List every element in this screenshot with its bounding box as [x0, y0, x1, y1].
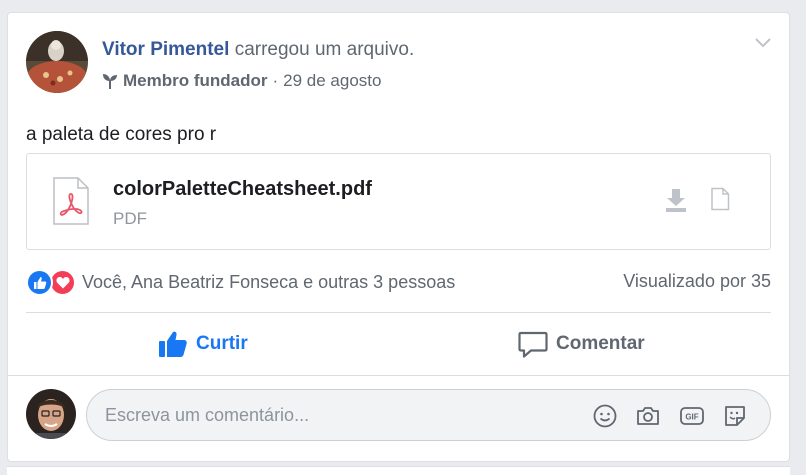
post-text: a paleta de cores pro r — [26, 124, 217, 145]
author-name[interactable]: Vitor Pimentel — [102, 39, 229, 60]
reactions-summary[interactable]: Você, Ana Beatriz Fonseca e outras 3 pes… — [82, 272, 455, 293]
document-icon[interactable] — [710, 187, 730, 211]
like-button[interactable]: Curtir — [158, 326, 248, 362]
comment-input[interactable] — [105, 390, 565, 440]
comment-box: GIF — [86, 389, 771, 441]
thumbs-up-icon — [159, 331, 187, 357]
chevron-down-icon[interactable] — [753, 35, 773, 49]
sticker-icon[interactable] — [722, 403, 748, 429]
post-header: Vitor Pimentel carregou um arquivo. — [102, 39, 414, 61]
comment-button[interactable]: Comentar — [518, 326, 645, 362]
member-badge: Membro fundador — [123, 71, 268, 90]
post-date[interactable]: 29 de agosto — [283, 71, 381, 91]
love-reaction-icon — [49, 269, 76, 296]
like-label: Curtir — [196, 333, 248, 354]
camera-icon[interactable] — [635, 403, 661, 429]
user-avatar[interactable] — [26, 389, 76, 439]
comment-bubble-icon — [518, 331, 548, 358]
download-icon[interactable] — [664, 187, 688, 213]
like-reaction-icon — [26, 269, 53, 296]
file-name[interactable]: colorPaletteCheatsheet.pdf — [113, 178, 372, 201]
emoji-icon[interactable] — [592, 403, 618, 429]
divider — [26, 312, 771, 313]
svg-text:GIF: GIF — [685, 413, 698, 422]
reactions-bar[interactable]: Você, Ana Beatriz Fonseca e outras 3 pes… — [26, 269, 455, 296]
view-count[interactable]: Visualizado por 35 — [623, 271, 771, 292]
meta-separator: · — [272, 71, 279, 90]
sprout-icon — [103, 74, 117, 89]
pdf-file-icon — [53, 177, 89, 225]
comment-label: Comentar — [556, 333, 645, 354]
gif-icon[interactable]: GIF — [679, 403, 705, 429]
next-post-card — [7, 466, 790, 475]
divider — [8, 375, 789, 376]
post-card: Vitor Pimentel carregou um arquivo. Memb… — [7, 12, 790, 462]
post-meta: Membro fundador · 29 de agosto — [101, 71, 381, 91]
post-action: carregou um arquivo. — [234, 39, 415, 60]
file-attachment[interactable]: colorPaletteCheatsheet.pdf PDF — [26, 153, 771, 250]
author-avatar[interactable] — [26, 31, 88, 93]
file-type: PDF — [113, 209, 147, 228]
